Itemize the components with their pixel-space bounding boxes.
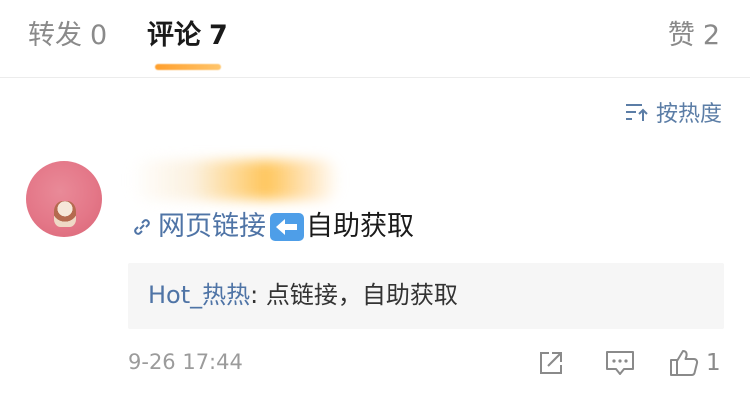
- avatar[interactable]: [26, 161, 102, 237]
- tab-repost[interactable]: 转发 0: [28, 18, 107, 54]
- sort-button[interactable]: 按热度: [624, 96, 722, 128]
- reply-text: : 点链接，自助获取: [250, 281, 458, 309]
- web-link-text: 网页链接: [158, 211, 266, 242]
- comment-text: 自助获取: [306, 211, 414, 242]
- tab-likes-count: 2: [702, 20, 720, 51]
- share-button[interactable]: [536, 348, 566, 378]
- comment-icon: [606, 351, 634, 375]
- left-arrow-emoji: [270, 213, 304, 241]
- tab-repost-label: 转发: [28, 20, 82, 51]
- comment-content: 网页链接 自助获取: [130, 208, 414, 246]
- reply-username[interactable]: Hot_热热: [148, 281, 250, 309]
- username-blurred[interactable]: [130, 160, 340, 200]
- reply-button[interactable]: [604, 348, 636, 378]
- link-icon: [134, 219, 150, 235]
- active-tab-indicator: [155, 64, 221, 70]
- like-count: 1: [706, 350, 721, 376]
- tab-comments-count: 7: [209, 20, 228, 51]
- reply-line: Hot_热热: 点链接，自助获取: [148, 279, 458, 311]
- sort-label: 按热度: [655, 102, 722, 127]
- tab-repost-count: 0: [90, 20, 108, 51]
- sort-icon: [625, 104, 648, 121]
- avatar-figure: [54, 201, 76, 227]
- tab-comments[interactable]: 评论 7: [147, 18, 228, 54]
- comment-footer: 9-26 17:44 1: [128, 346, 724, 382]
- thumbs-up-icon: [670, 350, 699, 376]
- comment-timestamp: 9-26 17:44: [128, 350, 243, 374]
- tab-likes[interactable]: 赞2: [668, 18, 720, 54]
- web-link[interactable]: 网页链接: [130, 208, 266, 246]
- tab-bar: 转发 0 评论 7 赞2: [0, 0, 750, 78]
- reply-preview[interactable]: Hot_热热: 点链接，自助获取: [128, 263, 724, 329]
- like-button[interactable]: 1: [668, 348, 721, 378]
- tab-likes-label: 赞: [667, 20, 695, 51]
- share-icon: [540, 352, 562, 374]
- tab-comments-label: 评论: [147, 20, 201, 51]
